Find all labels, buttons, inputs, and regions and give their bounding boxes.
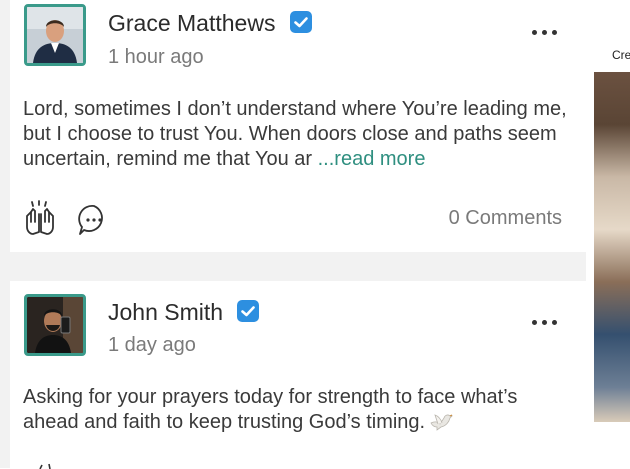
avatar[interactable] — [24, 294, 86, 356]
verified-badge-icon — [237, 300, 260, 322]
side-panel-label[interactable]: Cre — [612, 48, 630, 62]
post-text: Asking for your prayers today for streng… — [23, 385, 578, 435]
post-feed: Grace Matthews 1 hour ago Lord, sometime… — [0, 0, 586, 469]
comments-count[interactable]: 0 Comments — [430, 207, 562, 230]
post-timestamp: 1 day ago — [108, 334, 196, 356]
post-text-content: Lord, sometimes I don’t understand where… — [23, 98, 567, 170]
side-panel-image[interactable] — [594, 72, 630, 422]
post-card: John Smith 1 day ago Asking for your pra… — [10, 281, 586, 469]
author-name[interactable]: Grace Matthews — [108, 10, 312, 37]
post-card: Grace Matthews 1 hour ago Lord, sometime… — [10, 0, 586, 252]
more-options-icon[interactable] — [530, 314, 560, 330]
verified-badge-icon — [289, 11, 312, 33]
author-name-text: Grace Matthews — [108, 10, 276, 36]
praying-hands-icon[interactable] — [22, 200, 58, 238]
comment-icon[interactable] — [77, 203, 111, 237]
more-options-icon[interactable] — [530, 24, 560, 40]
dove-icon — [430, 414, 454, 431]
author-name[interactable]: John Smith — [108, 299, 260, 326]
post-text: Lord, sometimes I don’t understand where… — [23, 97, 578, 172]
author-name-text: John Smith — [108, 299, 224, 325]
right-panel: Cre — [586, 0, 630, 468]
post-timestamp: 1 hour ago — [108, 46, 204, 68]
avatar[interactable] — [24, 4, 86, 66]
read-more-link[interactable]: ...read more — [318, 148, 426, 170]
